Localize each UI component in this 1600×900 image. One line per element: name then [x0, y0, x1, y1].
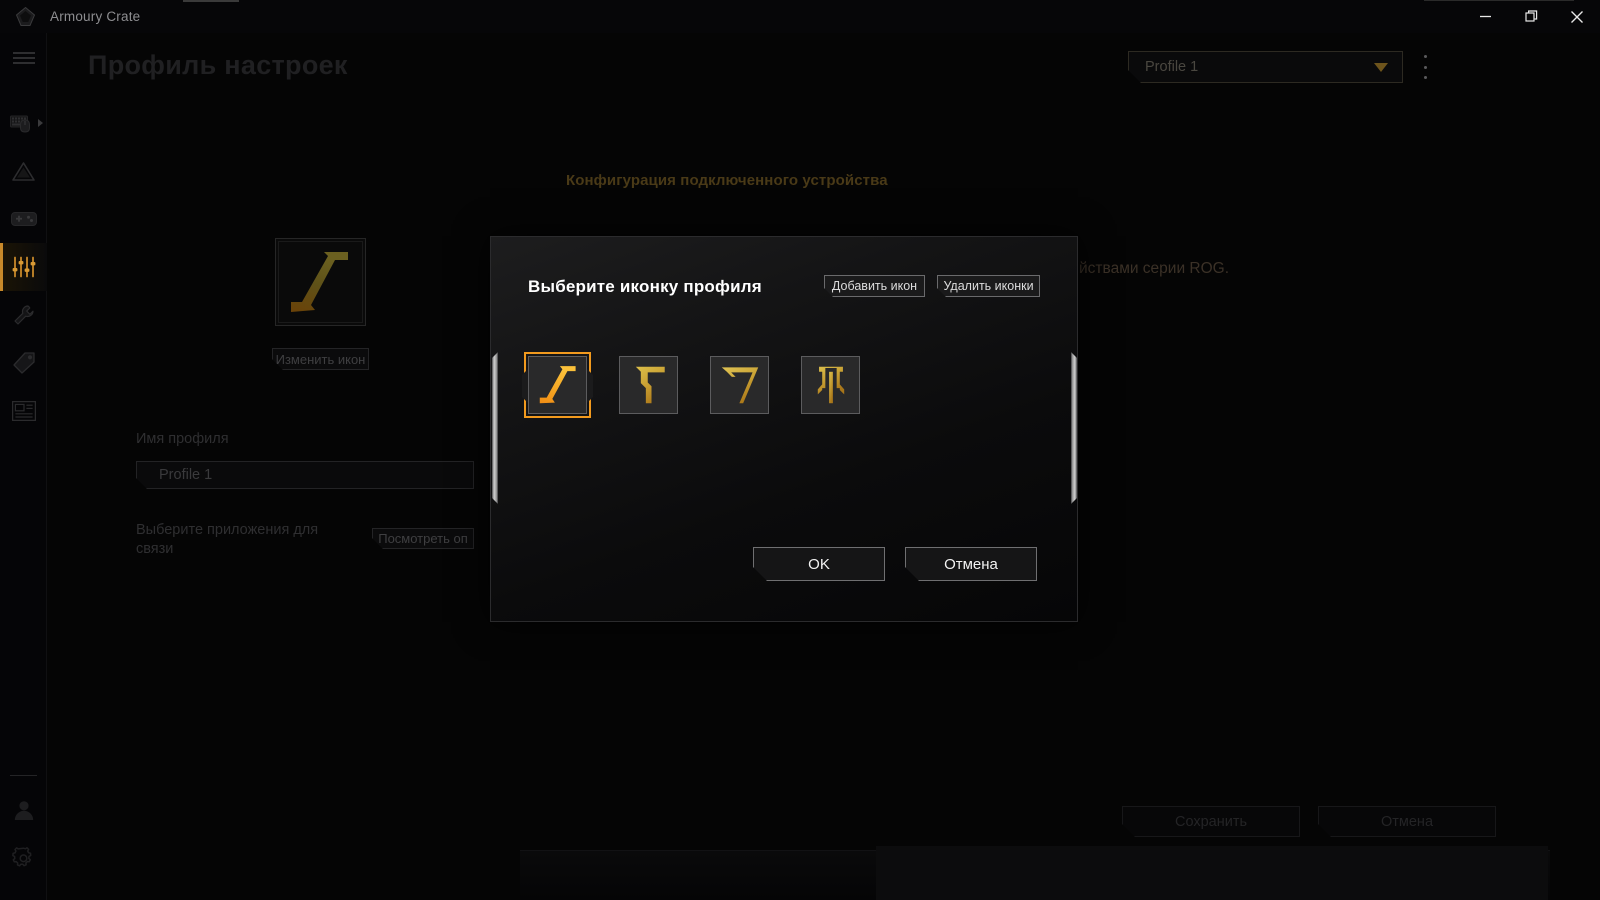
dialog-title: Выберите иконку профиля: [528, 277, 762, 296]
add-icon-button[interactable]: Добавить икон: [824, 275, 925, 297]
change-icon-button[interactable]: Изменить икон: [272, 348, 369, 370]
user-account-icon[interactable]: [0, 786, 47, 834]
dialog-left-accent-bar: [492, 352, 498, 504]
hamburger-menu-icon[interactable]: [0, 33, 47, 83]
page-title: Профиль настроек: [88, 50, 348, 80]
profile-dropdown-value: Profile 1: [1145, 59, 1199, 75]
profile-name-input[interactable]: Profile 1: [136, 461, 474, 489]
profile-dropdown[interactable]: Profile 1: [1128, 51, 1403, 83]
app-title: Armoury Crate: [50, 9, 141, 24]
icon-slash-z-dim: [290, 252, 348, 312]
sidebar-divider: [10, 775, 37, 776]
dialog-right-accent-bar: [1071, 352, 1077, 504]
maximize-restore-icon[interactable]: [1508, 0, 1554, 33]
chevron-down-icon: [1374, 63, 1388, 72]
rog-logo-icon: [9, 0, 42, 33]
titlebar-accent-line-right: [1424, 0, 1574, 1]
profile-icon-preview[interactable]: [275, 238, 366, 326]
profile-name-value: Profile 1: [159, 467, 213, 483]
dialog-ok-button[interactable]: OK: [753, 547, 885, 581]
add-icon-label: Добавить икон: [831, 279, 918, 293]
profile-name-label: Имя профиля: [136, 431, 229, 447]
icon-option-hook-gamma[interactable]: [619, 356, 678, 414]
minimize-icon[interactable]: [1462, 0, 1508, 33]
change-icon-label: Изменить икон: [275, 351, 366, 367]
dialog-cancel-label: Отмена: [944, 555, 998, 573]
footer-strip-secondary: [876, 846, 1548, 900]
icon-option-trident-pi[interactable]: [801, 356, 860, 414]
left-nav-rail: [0, 33, 47, 900]
gear-settings-icon[interactable]: [0, 834, 47, 882]
sidebar-item-tools[interactable]: [0, 291, 47, 339]
dialog-ok-label: OK: [808, 555, 830, 573]
sidebar-item-deals[interactable]: [0, 339, 47, 387]
sidebar-item-scenario-profiles[interactable]: [0, 243, 47, 291]
title-bar: Armoury Crate: [0, 0, 1600, 33]
chevron-right-icon: [38, 119, 43, 127]
view-options-button[interactable]: Посмотреть оп: [372, 528, 474, 549]
rog-series-text: йствами серии ROG.: [1079, 260, 1230, 277]
close-icon[interactable]: [1554, 0, 1600, 33]
icon-grid: [524, 352, 860, 418]
save-label: Сохранить: [1174, 813, 1248, 830]
profile-icon-preview-inner: [278, 241, 363, 323]
linked-apps-label: Выберите приложения для связи: [136, 522, 319, 557]
connected-device-config-title: Конфигурация подключенного устройства: [566, 172, 888, 189]
footer-cancel-label: Отмена: [1380, 813, 1434, 830]
titlebar-accent-line: [183, 0, 239, 2]
sidebar-item-news[interactable]: [0, 387, 47, 435]
sidebar-item-aura-sync[interactable]: [0, 147, 47, 195]
delete-icon-label: Удалить иконки: [943, 279, 1034, 293]
delete-icon-button[interactable]: Удалить иконки: [937, 275, 1040, 297]
armoury-crate-window: Armoury Crate Профиль настроек Profile 1…: [0, 0, 1600, 900]
more-options-icon[interactable]: [1418, 55, 1432, 79]
footer-cancel-button[interactable]: Отмена: [1318, 806, 1496, 837]
sidebar-item-devices[interactable]: [0, 99, 47, 147]
dialog-cancel-button[interactable]: Отмена: [905, 547, 1037, 581]
view-options-label: Посмотреть оп: [378, 531, 468, 546]
save-button[interactable]: Сохранить: [1122, 806, 1300, 837]
icon-option-chevron-v[interactable]: [710, 356, 769, 414]
icon-option-slash-z[interactable]: [524, 352, 591, 418]
sidebar-item-game-library[interactable]: [0, 195, 47, 243]
